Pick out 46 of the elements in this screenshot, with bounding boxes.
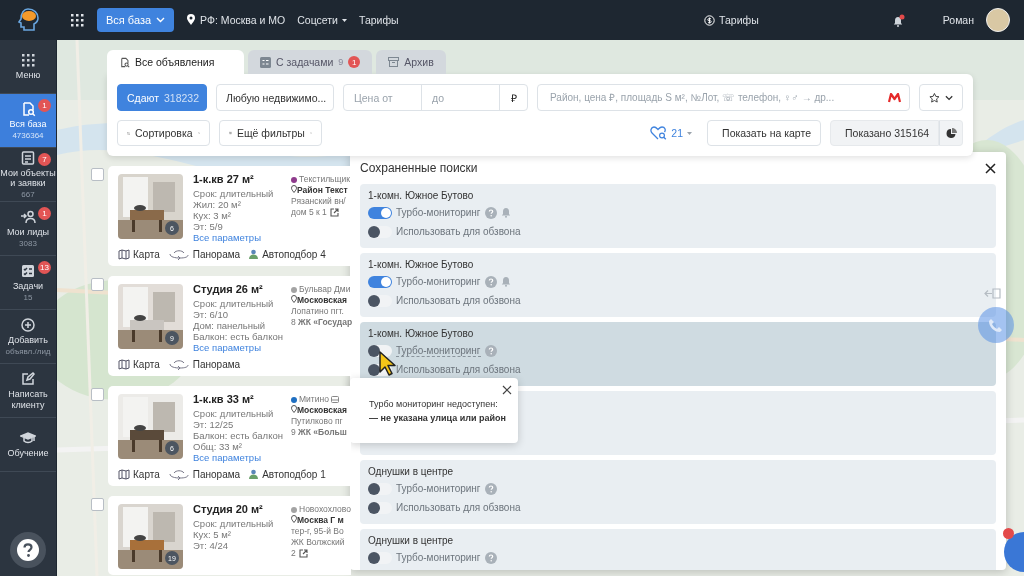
sidebar-label: Обучение (7, 448, 49, 459)
sidebar-label: Задачи (12, 280, 44, 292)
search-document-icon (20, 100, 36, 117)
sidebar-count: объявл./лид (5, 347, 51, 357)
sidebar-item[interactable]: Обучение (0, 418, 56, 472)
sidebar-item[interactable]: Мои лиды 3083 1 (0, 202, 56, 256)
checklist-icon (20, 262, 36, 279)
coin-icon (704, 14, 716, 26)
grid-icon (69, 12, 85, 28)
sidebar-label: Меню (15, 70, 41, 81)
notification-badge: 1 (38, 99, 51, 112)
sidebar-label: Добавить (8, 334, 48, 346)
notification-badge: 13 (38, 261, 51, 274)
user-name[interactable]: Роман (942, 14, 974, 26)
location-pin-icon (186, 14, 197, 26)
sidebar-item[interactable]: Добавить объявл./лид (0, 310, 56, 364)
sidebar-label: Мои объекты и заявки (0, 167, 56, 189)
sidebar-label: Мои лиды (6, 226, 50, 238)
sidebar-count: 667 (21, 190, 35, 200)
sidebar-item[interactable]: Мои объекты и заявки 667 7 (0, 148, 56, 202)
location-link[interactable]: РФ: Москва и МО (186, 14, 286, 26)
nav-link[interactable]: Тарифы (358, 14, 399, 26)
caret-icon (341, 18, 347, 22)
add-person-icon (20, 208, 36, 225)
avatar[interactable] (986, 8, 1010, 32)
tariffs-link[interactable]: Тарифы (704, 14, 759, 26)
nav-link[interactable]: Соцсети (297, 14, 347, 26)
notification-badge: 1 (38, 207, 51, 220)
base-dropdown[interactable]: Вся база (97, 8, 175, 32)
sidebar-count: 4736364 (12, 131, 44, 141)
grid-icon (20, 52, 36, 69)
sidebar-label: Вся база (9, 118, 47, 130)
sidebar-label: Написать клиенту (7, 389, 49, 410)
notification-badge: 7 (38, 153, 51, 166)
help-icon (17, 539, 39, 561)
logo-icon[interactable] (15, 6, 41, 34)
document-icon (20, 149, 36, 166)
sidebar-count: 15 (23, 293, 33, 303)
sidebar-item[interactable]: Задачи 15 13 (0, 256, 56, 310)
bell-icon[interactable] (892, 13, 905, 27)
plus-circle-icon (20, 316, 36, 333)
edit-icon (20, 371, 36, 388)
sidebar-item[interactable]: Вся база 4736364 1 (0, 94, 56, 148)
sidebar-item[interactable]: Написать клиенту (0, 364, 56, 418)
help-button[interactable] (10, 532, 46, 568)
sidebar-count: 3083 (19, 239, 37, 249)
